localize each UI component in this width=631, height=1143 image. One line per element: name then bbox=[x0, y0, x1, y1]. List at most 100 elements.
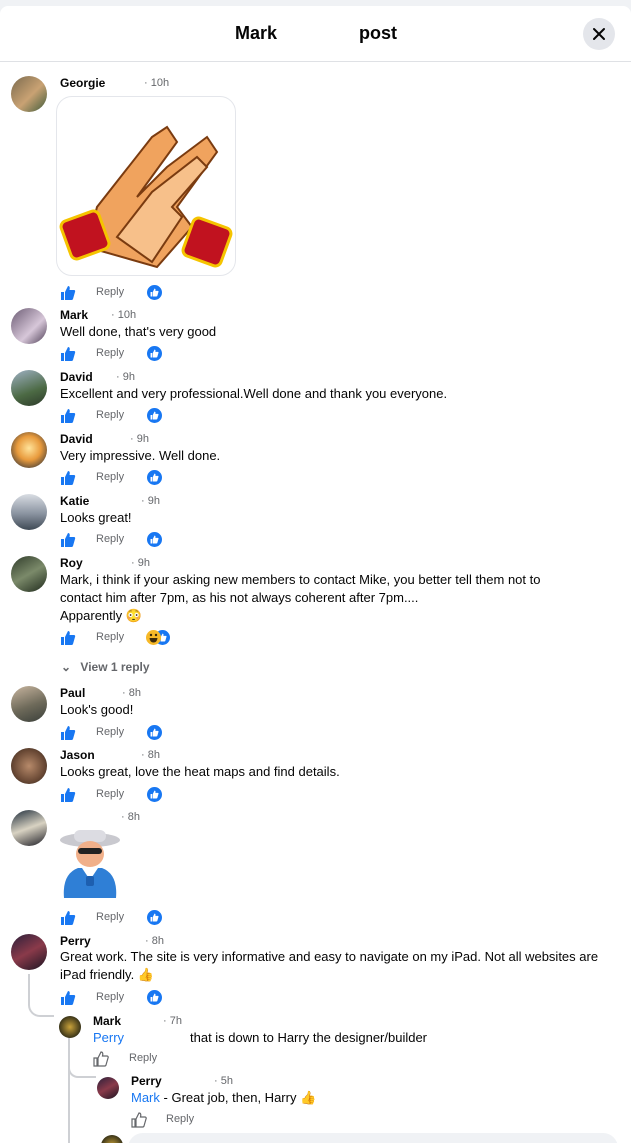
comment-author[interactable]: Mark bbox=[60, 308, 88, 322]
chevron-down-icon: ⌄ bbox=[61, 660, 72, 674]
like-icon[interactable] bbox=[60, 470, 76, 486]
reply-button[interactable]: Reply bbox=[96, 788, 124, 800]
reply-button[interactable]: Reply bbox=[96, 286, 124, 298]
comment-text: Well done, that's very good bbox=[60, 324, 217, 339]
comment-author[interactable]: Paul bbox=[60, 686, 85, 700]
reply-button[interactable]: Reply bbox=[96, 631, 124, 643]
like-icon[interactable] bbox=[60, 990, 76, 1006]
close-icon bbox=[593, 28, 605, 40]
reply-button[interactable]: Reply bbox=[96, 726, 124, 738]
comment-text: Looks great! bbox=[60, 510, 132, 525]
like-icon[interactable] bbox=[60, 910, 76, 926]
comment-text: Look's good! bbox=[60, 702, 134, 717]
view-replies-button[interactable]: ⌄ View 1 reply bbox=[61, 660, 150, 674]
thread-connector bbox=[68, 1036, 70, 1143]
like-icon[interactable] bbox=[60, 408, 76, 424]
comment-time[interactable]: · 8h bbox=[122, 687, 141, 699]
thread-connector bbox=[28, 987, 54, 1017]
comment-text: Excellent and very professional.Well don… bbox=[60, 386, 448, 401]
avatar[interactable] bbox=[97, 1077, 119, 1099]
comment-text: Great work. The site is very informative… bbox=[60, 949, 599, 982]
reply-mention[interactable]: Perry bbox=[93, 1029, 124, 1047]
comment-text: Looks great, love the heat maps and find… bbox=[60, 764, 340, 779]
comment-time[interactable]: · 10h bbox=[144, 77, 169, 89]
comment-time[interactable]: · 9h bbox=[141, 495, 160, 507]
reply-button[interactable]: Reply bbox=[166, 1113, 194, 1125]
like-icon[interactable] bbox=[60, 285, 76, 301]
haha-reaction-icon[interactable] bbox=[146, 630, 161, 645]
avatar[interactable] bbox=[11, 432, 47, 468]
comment-time[interactable]: · 8h bbox=[141, 749, 160, 761]
reply-button[interactable]: Reply bbox=[96, 911, 124, 923]
like-reaction-icon[interactable] bbox=[147, 990, 162, 1005]
avatar[interactable] bbox=[11, 556, 47, 592]
comment-author[interactable]: Georgie bbox=[60, 76, 105, 90]
reply-button[interactable]: Reply bbox=[96, 991, 124, 1003]
comment-text-continued: Apparently 😳 bbox=[60, 608, 142, 623]
avatar[interactable] bbox=[11, 810, 47, 846]
avatar[interactable] bbox=[11, 934, 47, 970]
mention-link[interactable]: Mark bbox=[131, 1090, 160, 1105]
reply-time[interactable]: · 7h bbox=[163, 1015, 182, 1027]
clapping-hands-icon bbox=[59, 125, 233, 269]
comment-author[interactable]: Katie bbox=[60, 494, 89, 508]
post-title-suffix: post bbox=[359, 23, 397, 43]
comment-time[interactable]: · 9h bbox=[131, 557, 150, 569]
like-reaction-icon[interactable] bbox=[147, 470, 162, 485]
like-reaction-icon[interactable] bbox=[147, 408, 162, 423]
comment-time[interactable]: · 9h bbox=[130, 433, 149, 445]
like-reaction-icon[interactable] bbox=[147, 532, 162, 547]
composer-avatar bbox=[101, 1135, 123, 1143]
like-outline-icon[interactable] bbox=[131, 1112, 147, 1128]
like-icon[interactable] bbox=[60, 532, 76, 548]
like-icon[interactable] bbox=[60, 346, 76, 362]
like-icon[interactable] bbox=[60, 725, 76, 741]
comment-text: Mark, i think if your asking new members… bbox=[60, 572, 541, 605]
like-reaction-icon[interactable] bbox=[147, 285, 162, 300]
close-button[interactable] bbox=[583, 18, 615, 50]
post-author-name: Mark bbox=[235, 23, 278, 43]
reply-input[interactable] bbox=[128, 1133, 618, 1143]
reply-button[interactable]: Reply bbox=[96, 533, 124, 545]
comment-time[interactable]: · 9h bbox=[116, 371, 135, 383]
like-reaction-icon[interactable] bbox=[147, 725, 162, 740]
dialog-header: Mark post bbox=[0, 6, 631, 62]
avatar[interactable] bbox=[11, 370, 47, 406]
avatar[interactable] bbox=[11, 686, 47, 722]
cowboy-character-icon bbox=[60, 830, 120, 898]
comment-author[interactable]: David bbox=[60, 432, 93, 446]
comment-author[interactable]: Roy bbox=[60, 556, 83, 570]
comment-author[interactable]: David bbox=[60, 370, 93, 384]
comment-time[interactable]: · 8h bbox=[121, 811, 140, 823]
reply-button[interactable]: Reply bbox=[96, 409, 124, 421]
like-reaction-icon[interactable] bbox=[147, 910, 162, 925]
like-outline-icon[interactable] bbox=[93, 1051, 109, 1067]
comment-time[interactable]: · 10h bbox=[111, 309, 136, 321]
reply-time[interactable]: · 5h bbox=[214, 1075, 233, 1087]
comment-author[interactable]: Jason bbox=[60, 748, 95, 762]
avatar[interactable] bbox=[59, 1016, 81, 1038]
avatar[interactable] bbox=[11, 76, 47, 112]
reply-button[interactable]: Reply bbox=[129, 1052, 157, 1064]
view-replies-label: View 1 reply bbox=[80, 660, 150, 674]
comments-dialog: Mark post Georgie · 10h Reply Mark · 10h bbox=[0, 6, 631, 1143]
thread-connector bbox=[28, 974, 30, 988]
comment-time[interactable]: · 8h bbox=[145, 935, 164, 947]
avatar[interactable] bbox=[11, 308, 47, 344]
reply-button[interactable]: Reply bbox=[96, 347, 124, 359]
reply-text: that is down to Harry the designer/build… bbox=[190, 1030, 428, 1045]
comment-author[interactable]: Perry bbox=[60, 934, 91, 948]
like-icon[interactable] bbox=[60, 787, 76, 803]
mention-link[interactable]: Perry bbox=[93, 1030, 124, 1045]
reply-author[interactable]: Mark bbox=[93, 1014, 121, 1028]
like-icon[interactable] bbox=[60, 630, 76, 646]
thread-connector bbox=[68, 1058, 96, 1078]
avatar[interactable] bbox=[11, 494, 47, 530]
cowboy-sticker bbox=[56, 828, 124, 906]
reply-button[interactable]: Reply bbox=[96, 471, 124, 483]
reply-author[interactable]: Perry bbox=[131, 1074, 162, 1088]
clapping-hands-sticker bbox=[56, 96, 236, 276]
like-reaction-icon[interactable] bbox=[147, 787, 162, 802]
like-reaction-icon[interactable] bbox=[147, 346, 162, 361]
avatar[interactable] bbox=[11, 748, 47, 784]
